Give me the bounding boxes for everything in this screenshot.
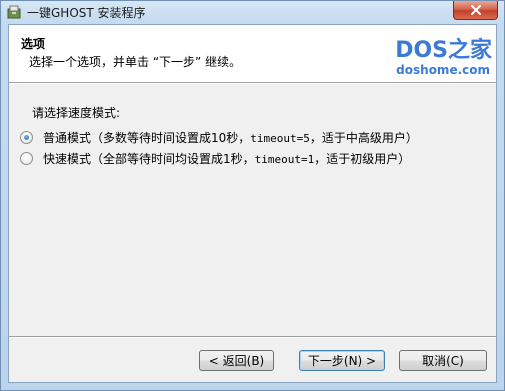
option-normal-label-prefix: 普通模式（多数等待时间设置成10秒， bbox=[43, 131, 251, 145]
option-fast-label[interactable]: 快速模式（全部等待时间均设置成1秒，timeout=1，适于初级用户） bbox=[43, 150, 410, 167]
page-title: 选项 bbox=[21, 37, 46, 51]
title-bar[interactable]: 一键GHOST 安装程序 bbox=[1, 1, 504, 23]
option-fast-mode[interactable]: 快速模式（全部等待时间均设置成1秒，timeout=1，适于初级用户） bbox=[20, 150, 410, 167]
logo-main-text: DOS之家 bbox=[395, 38, 492, 63]
wizard-client-area: 选项 选择一个选项，并单击 “下一步” 继续。 DOS之家 doshome.co… bbox=[8, 24, 497, 383]
brand-logo: DOS之家 doshome.com bbox=[388, 31, 492, 79]
speed-mode-prompt: 请选择速度模式: bbox=[32, 106, 121, 120]
option-fast-label-code: timeout=1 bbox=[254, 153, 315, 166]
logo-url-text: doshome.com bbox=[396, 63, 490, 77]
footer-divider bbox=[9, 336, 496, 338]
installer-icon bbox=[7, 5, 21, 19]
back-button[interactable]: < 返回(B) bbox=[199, 350, 274, 371]
radio-normal-mode[interactable] bbox=[20, 131, 33, 144]
next-button[interactable]: 下一步(N) > bbox=[299, 350, 385, 371]
option-normal-label-suffix: ，适于中高级用户） bbox=[309, 131, 418, 145]
close-button[interactable] bbox=[453, 1, 498, 20]
wizard-header: 选项 选择一个选项，并单击 “下一步” 继续。 DOS之家 doshome.co… bbox=[9, 25, 496, 82]
header-divider bbox=[9, 82, 496, 84]
option-normal-label-code: timeout=5 bbox=[250, 132, 310, 145]
close-icon bbox=[470, 5, 481, 15]
page-subtitle: 选择一个选项，并单击 “下一步” 继续。 bbox=[29, 55, 242, 69]
option-normal-mode[interactable]: 普通模式（多数等待时间设置成10秒，timeout=5，适于中高级用户） bbox=[20, 129, 418, 146]
window-title: 一键GHOST 安装程序 bbox=[27, 5, 146, 20]
option-normal-label[interactable]: 普通模式（多数等待时间设置成10秒，timeout=5，适于中高级用户） bbox=[43, 129, 418, 146]
option-fast-label-suffix: ，适于初级用户） bbox=[314, 152, 411, 166]
radio-fast-mode[interactable] bbox=[20, 152, 33, 165]
cancel-button[interactable]: 取消(C) bbox=[399, 350, 487, 371]
option-fast-label-prefix: 快速模式（全部等待时间均设置成1秒， bbox=[43, 152, 255, 166]
installer-window: 一键GHOST 安装程序 选项 选择一个选项，并单击 “下一步” 继续。 DOS… bbox=[0, 0, 505, 391]
